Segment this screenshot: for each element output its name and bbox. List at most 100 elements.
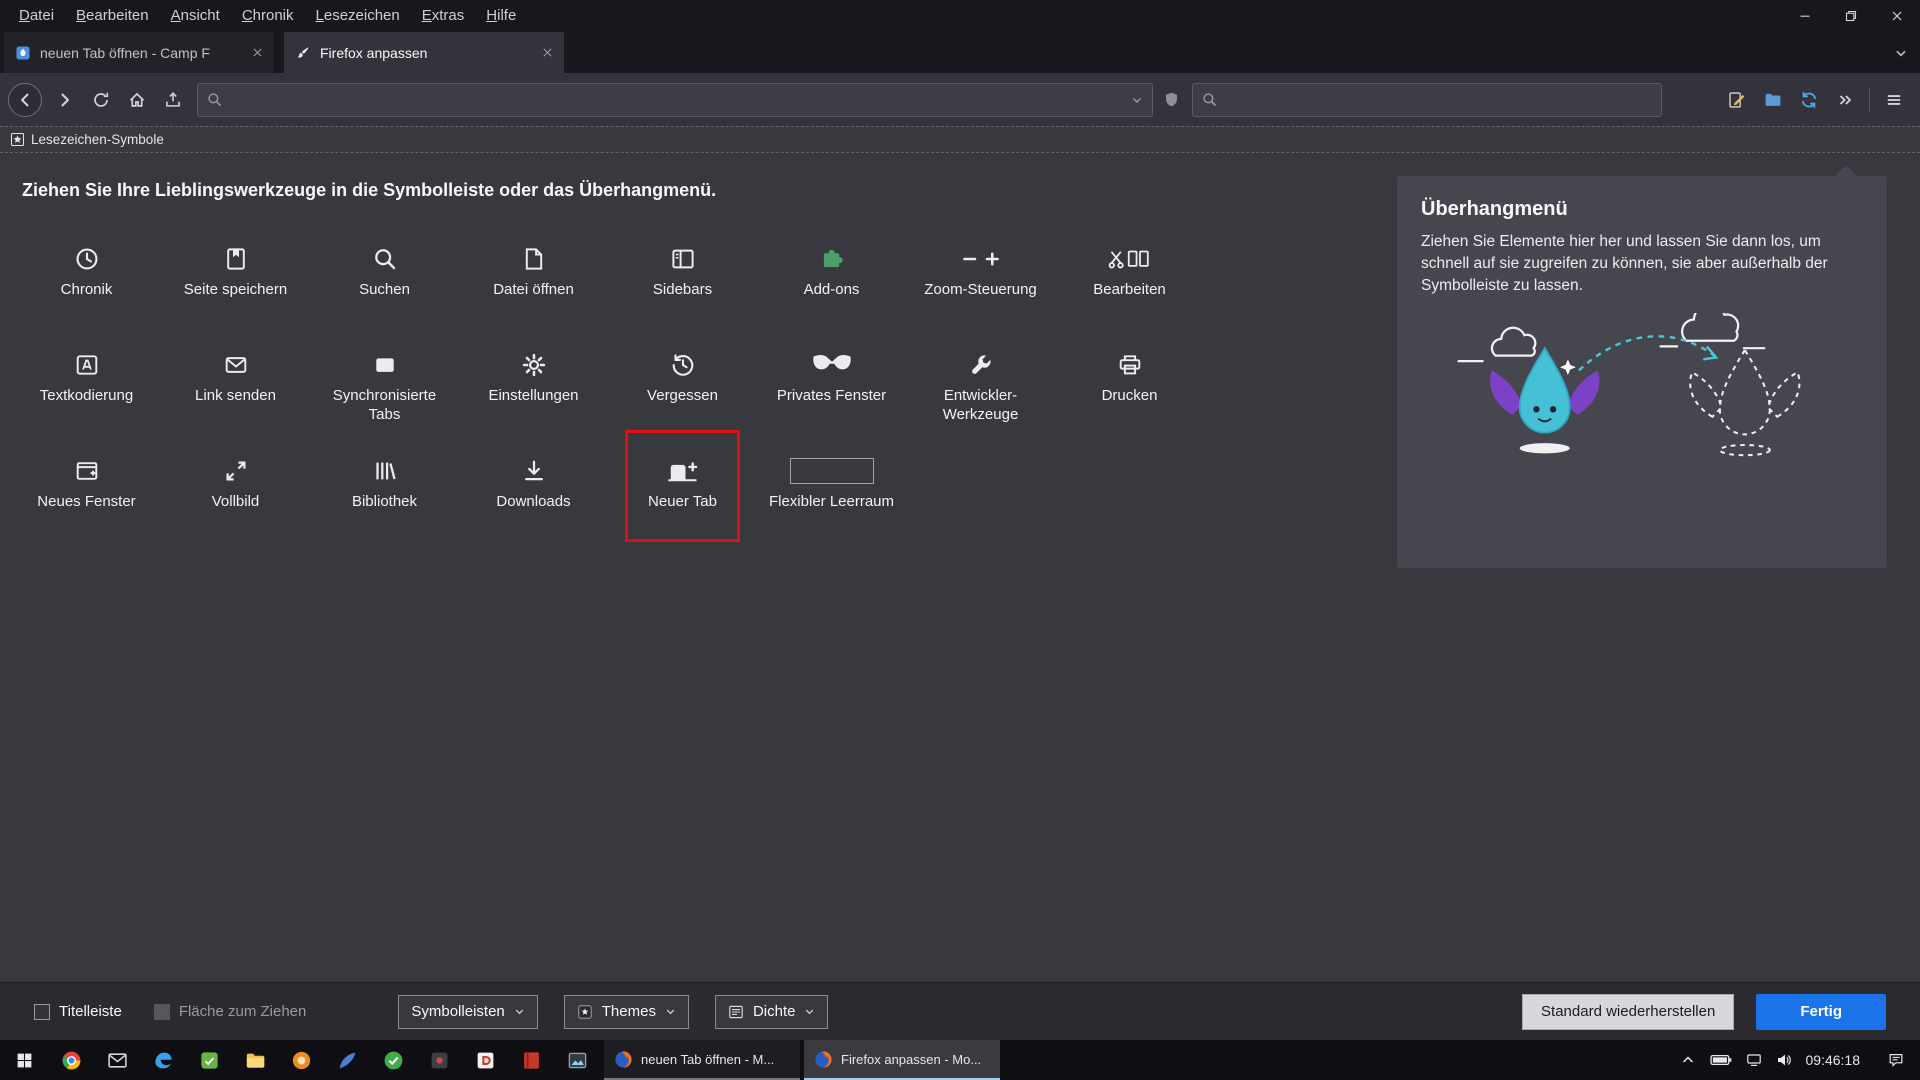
firefox-icon (614, 1050, 633, 1069)
toolbox-item-vollbild[interactable]: Vollbild (161, 450, 310, 556)
toolbox-item-label: Vollbild (212, 493, 260, 512)
toolbox-item-flexibler-leerraum[interactable]: Flexibler Leerraum (757, 450, 906, 556)
toolbox-item-bibliothek[interactable]: Bibliothek (310, 450, 459, 556)
menu-bearbeiten[interactable]: Bearbeiten (65, 0, 160, 32)
toolbox-item-textkodierung[interactable]: Textkodierung (12, 344, 161, 450)
taskbar-app-browser[interactable] (48, 1040, 94, 1080)
search-icon (373, 244, 397, 274)
toolbox-item-add-ons[interactable]: Add-ons (757, 238, 906, 344)
toolbox-item-label: Zoom-Steuerung (924, 281, 1037, 300)
shield-icon[interactable] (1163, 91, 1180, 108)
notes-icon (1728, 91, 1746, 109)
tab-neuen-tab-oeffnen[interactable]: neuen Tab öffnen - Camp F (4, 32, 274, 73)
url-bar[interactable] (197, 83, 1153, 117)
toolbox-item-datei-oeffnen[interactable]: Datei öffnen (459, 238, 608, 344)
minimize-button[interactable] (1782, 0, 1828, 32)
taskbar-app-red-d[interactable] (462, 1040, 508, 1080)
reload-button[interactable] (83, 82, 119, 118)
history-icon (75, 244, 99, 274)
battery-icon[interactable] (1710, 1053, 1732, 1067)
network-icon[interactable] (1746, 1052, 1762, 1068)
taskbar-app-red[interactable] (508, 1040, 554, 1080)
restore-button[interactable] (1828, 0, 1874, 32)
tab-close-icon[interactable] (252, 47, 263, 58)
taskbar-app-mail[interactable] (94, 1040, 140, 1080)
import-button[interactable] (155, 82, 191, 118)
toolbars-dropdown[interactable]: Symbolleisten (398, 995, 537, 1029)
tab-firefox-anpassen[interactable]: Firefox anpassen (284, 32, 564, 73)
menu-hilfe[interactable]: Hilfe (475, 0, 527, 32)
density-dropdown[interactable]: Dichte (715, 995, 829, 1029)
toolbox-item-downloads[interactable]: Downloads (459, 450, 608, 556)
import-icon (164, 91, 182, 109)
taskbar-app-green[interactable] (186, 1040, 232, 1080)
tray-chevron-icon[interactable] (1680, 1052, 1696, 1068)
toolbox-item-synchronisierte-tabs[interactable]: Synchronisierte Tabs (310, 344, 459, 450)
sync-button[interactable] (1791, 82, 1827, 118)
taskbar-app-edge[interactable] (140, 1040, 186, 1080)
urlbar-dropdown-icon[interactable] (1131, 94, 1143, 106)
toolbox-item-chronik[interactable]: Chronik (12, 238, 161, 344)
toolbox-item-seite-speichern[interactable]: Seite speichern (161, 238, 310, 344)
list-all-tabs-icon[interactable] (1894, 46, 1908, 60)
forward-button[interactable] (47, 82, 83, 118)
menu-extras[interactable]: Extras (411, 0, 476, 32)
close-button[interactable] (1874, 0, 1920, 32)
toolbox-item-label: Suchen (359, 281, 410, 300)
notes-button[interactable] (1719, 82, 1755, 118)
titlebar-checkbox[interactable] (34, 1004, 50, 1020)
menu-ansicht[interactable]: Ansicht (160, 0, 231, 32)
toolbox-item-label: Vergessen (647, 387, 718, 406)
back-button[interactable] (8, 83, 42, 117)
synced-tabs-icon (373, 350, 397, 380)
search-bar[interactable] (1192, 83, 1662, 117)
action-center-icon[interactable] (1888, 1052, 1904, 1068)
taskbar-app-blue[interactable] (324, 1040, 370, 1080)
toolbox-item-entwickler-werkzeuge[interactable]: Entwickler-Werkzeuge (906, 344, 1055, 450)
overflow-menu-panel[interactable]: Überhangmenü Ziehen Sie Elemente hier he… (1397, 176, 1887, 568)
overflow-button[interactable] (1827, 82, 1863, 118)
overflow-menu-description: Ziehen Sie Elemente hier her und lassen … (1421, 231, 1863, 297)
toolbox-item-suchen[interactable]: Suchen (310, 238, 459, 344)
taskbar-app-dark[interactable] (416, 1040, 462, 1080)
taskbar-app-antivirus[interactable] (370, 1040, 416, 1080)
toolbox-item-link-senden[interactable]: Link senden (161, 344, 310, 450)
folder-icon (245, 1050, 266, 1071)
taskbar-window-2[interactable]: Firefox anpassen - Mo... (804, 1040, 1000, 1080)
tab-close-icon[interactable] (542, 47, 553, 58)
toolbox-item-neues-fenster[interactable]: Neues Fenster (12, 450, 161, 556)
toolbox-item-bearbeiten[interactable]: Bearbeiten (1055, 238, 1204, 344)
volume-icon[interactable] (1776, 1052, 1792, 1068)
toolbox-item-neuer-tab[interactable]: Neuer Tab (608, 450, 757, 556)
themes-dropdown[interactable]: Themes (564, 995, 689, 1029)
home-button[interactable] (119, 82, 155, 118)
taskbar-window-1[interactable]: neuen Tab öffnen - M... (604, 1040, 800, 1080)
menu-button[interactable] (1876, 82, 1912, 118)
toolbox-item-sidebars[interactable]: Sidebars (608, 238, 757, 344)
restore-defaults-button[interactable]: Standard wiederherstellen (1522, 994, 1734, 1030)
menu-datei[interactable]: Datei (8, 0, 65, 32)
toolbox-item-label: Bearbeiten (1093, 281, 1166, 300)
toolbars-dropdown-label: Symbolleisten (411, 1003, 504, 1020)
overflow-menu-title: Überhangmenü (1421, 198, 1863, 221)
taskbar-app-orange[interactable] (278, 1040, 324, 1080)
toolbox-item-drucken[interactable]: Drucken (1055, 344, 1204, 450)
green-app-icon (199, 1050, 220, 1071)
toolbox-item-zoom-steuerung[interactable]: Zoom-Steuerung (906, 238, 1055, 344)
start-button[interactable] (0, 1040, 48, 1080)
toolbox-item-label: Textkodierung (40, 387, 133, 406)
menu-chronik[interactable]: Chronik (231, 0, 305, 32)
toolbox-item-einstellungen[interactable]: Einstellungen (459, 344, 608, 450)
taskbar-app-explorer[interactable] (232, 1040, 278, 1080)
menu-lesezeichen[interactable]: Lesezeichen (305, 0, 411, 32)
taskbar-app-photos[interactable] (554, 1040, 600, 1080)
titlebar-checkbox-group[interactable]: Titelleiste (34, 1003, 122, 1020)
toolbox-item-privates-fenster[interactable]: Privates Fenster (757, 344, 906, 450)
reload-icon (92, 91, 110, 109)
bookmarks-toolbar-item[interactable]: Lesezeichen-Symbole (31, 132, 164, 147)
paintbrush-icon (295, 45, 311, 61)
folder-button[interactable] (1755, 82, 1791, 118)
clock[interactable]: 09:46:18 (1806, 1052, 1861, 1068)
done-button[interactable]: Fertig (1756, 994, 1886, 1030)
sidebars-icon (671, 244, 695, 274)
